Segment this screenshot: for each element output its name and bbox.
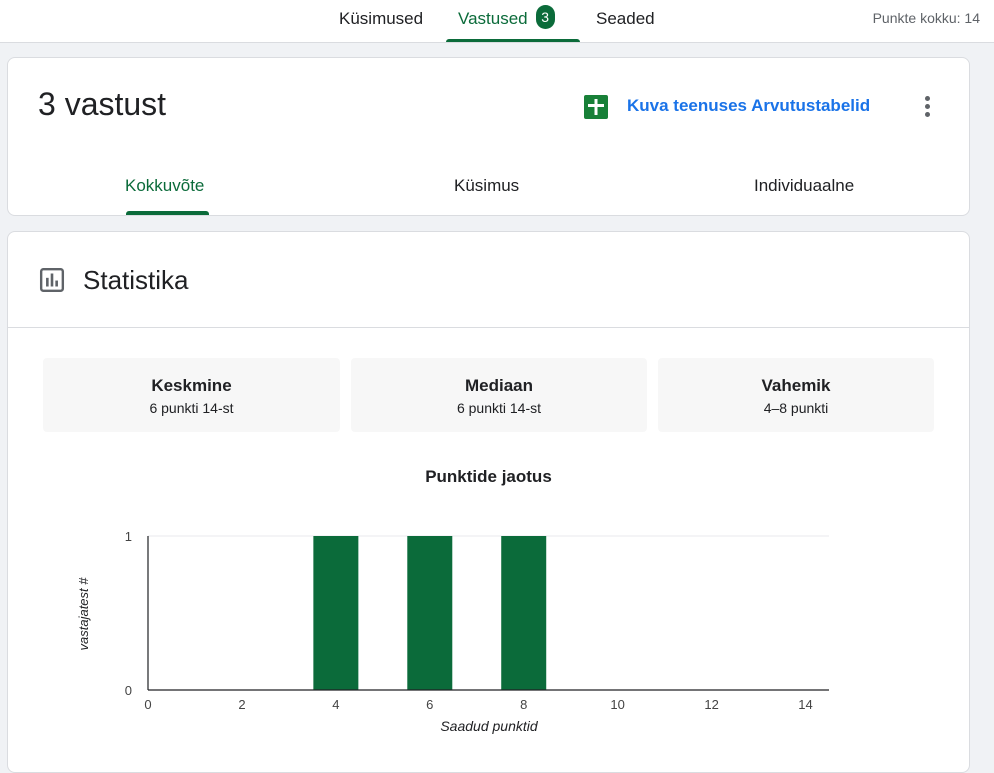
tab-question[interactable]: Küsimus bbox=[454, 176, 519, 196]
bar bbox=[313, 536, 359, 690]
more-vert-icon[interactable] bbox=[919, 94, 935, 120]
tab-responses-label: Vastused bbox=[458, 9, 528, 28]
tab-summary[interactable]: Kokkuvõte bbox=[125, 176, 204, 196]
bar bbox=[501, 536, 547, 690]
y-tick-label: 0 bbox=[125, 683, 132, 698]
tab-settings-label: Seaded bbox=[596, 9, 655, 28]
tab-questions[interactable]: Küsimused bbox=[339, 0, 423, 42]
x-tick-label: 2 bbox=[238, 697, 245, 712]
tab-questions-label: Küsimused bbox=[339, 9, 424, 28]
view-in-sheets-link[interactable]: Kuva teenuses Arvutustabelid bbox=[627, 96, 870, 116]
score-distribution-chart: 0 2 4 6 8 10 12 14 0 1 Saadud punktid vastajatest… bbox=[76, 529, 829, 734]
statistics-card: Statistika Keskmine 6 punkti 14-st Media… bbox=[7, 231, 970, 773]
x-tick-label: 14 bbox=[798, 697, 812, 712]
x-tick-label: 0 bbox=[144, 697, 151, 712]
y-axis-label: vastajatest # bbox=[76, 577, 91, 651]
responses-count-badge: 3 bbox=[535, 5, 555, 29]
top-navigation: Küsimused Vastused 3 Seaded Punkte kokku:… bbox=[0, 0, 994, 43]
sheets-icon[interactable] bbox=[584, 95, 608, 119]
y-tick-label: 1 bbox=[125, 529, 132, 544]
responses-summary-card: 3 vastust Kuva teenuses Arvutustabelid K… bbox=[7, 57, 970, 216]
tab-settings[interactable]: Seaded bbox=[596, 0, 655, 42]
total-points: Punkte kokku: 14 bbox=[872, 10, 980, 26]
tab-responses[interactable]: Vastused 3 bbox=[446, 0, 580, 42]
x-axis-label: Saadud punktid bbox=[440, 718, 539, 734]
tab-individual[interactable]: Individuaalne bbox=[754, 176, 854, 196]
active-subtab-indicator bbox=[126, 211, 209, 215]
x-tick-label: 8 bbox=[520, 697, 527, 712]
x-tick-label: 4 bbox=[332, 697, 339, 712]
bar bbox=[407, 536, 453, 690]
x-tick-label: 10 bbox=[610, 697, 624, 712]
x-tick-label: 6 bbox=[426, 697, 433, 712]
responses-count-title: 3 vastust bbox=[38, 86, 167, 122]
active-tab-indicator bbox=[446, 39, 580, 42]
x-tick-label: 12 bbox=[704, 697, 718, 712]
